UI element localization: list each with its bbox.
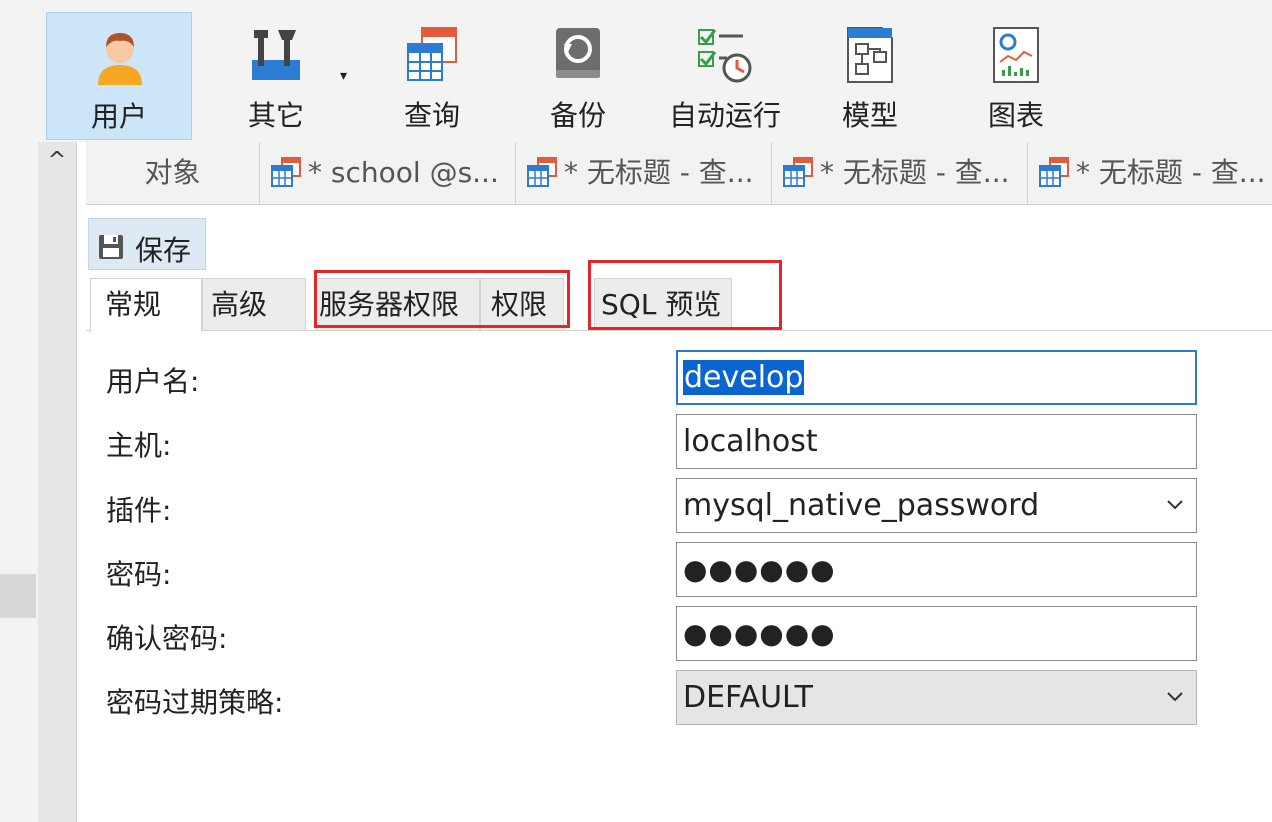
table-icon <box>527 157 557 187</box>
scroll-up-icon[interactable]: ^ <box>46 150 68 172</box>
chart-icon <box>993 27 1039 83</box>
toolbar-chart-button[interactable]: 图表 <box>946 12 1086 140</box>
toolbar-other-button[interactable]: 其它 <box>206 12 346 140</box>
tab-untitled-query-2[interactable]: * 无标题 - 查... <box>772 142 1028 204</box>
tab-label: * 无标题 - 查... <box>564 156 754 189</box>
password-field[interactable]: ●●●●●● <box>676 542 1197 597</box>
chevron-down-icon <box>1167 500 1183 510</box>
highlight-box-sql-preview <box>588 260 782 330</box>
tab-advanced[interactable]: 高级 <box>202 278 306 330</box>
toolbar-auto-run-button[interactable]: 自动运行 <box>652 12 798 140</box>
tab-label: * 无标题 - 查... <box>820 156 1010 189</box>
navigation-pane-edge <box>0 142 38 822</box>
table-icon <box>783 157 813 187</box>
password-expiry-label: 密码过期策略: <box>106 686 284 719</box>
tab-label: * school @s... <box>308 156 499 189</box>
chevron-down-icon <box>1167 692 1183 702</box>
toolbar-backup-button[interactable]: 备份 <box>508 12 648 140</box>
toolbar-model-button[interactable]: 模型 <box>800 12 940 140</box>
tab-school-user[interactable]: * school @s... <box>260 142 516 204</box>
toolbar-auto-run-label: 自动运行 <box>668 99 781 132</box>
host-label: 主机: <box>106 429 172 462</box>
password-label: 密码: <box>106 558 172 591</box>
plugin-select[interactable]: mysql_native_password <box>676 478 1197 533</box>
main-toolbar: 用户 其它 ▾ 查询 备份 自动运行 模型 图表 <box>0 0 1272 142</box>
toolbar-chart-label: 图表 <box>987 99 1044 132</box>
host-value: localhost <box>683 424 818 459</box>
model-icon <box>847 27 893 83</box>
save-label: 保存 <box>135 234 192 267</box>
password-value: ●●●●●● <box>683 553 836 586</box>
tab-untitled-query-1[interactable]: * 无标题 - 查... <box>516 142 772 204</box>
query-table-icon <box>407 27 457 81</box>
toolbar-user-button[interactable]: 用户 <box>46 12 192 140</box>
confirm-password-value: ●●●●●● <box>683 617 836 650</box>
plugin-label: 插件: <box>106 494 172 527</box>
username-label: 用户名: <box>106 365 200 398</box>
toolbar-user-label: 用户 <box>90 100 147 133</box>
table-icon <box>1039 157 1069 187</box>
tab-general[interactable]: 常规 <box>90 278 202 332</box>
save-button[interactable]: 保存 <box>88 218 206 270</box>
username-value: develop <box>683 360 805 395</box>
navigation-selected-item[interactable] <box>0 574 36 618</box>
save-icon <box>99 235 123 259</box>
toolbar-other-label: 其它 <box>247 99 304 132</box>
vertical-scrollbar[interactable]: ^ <box>38 142 77 822</box>
highlight-box-privileges <box>314 270 570 328</box>
toolbar-query-label: 查询 <box>403 99 460 132</box>
user-icon <box>98 33 142 85</box>
chevron-down-icon[interactable]: ▾ <box>340 68 347 84</box>
host-field[interactable]: localhost <box>676 414 1197 469</box>
plugin-value: mysql_native_password <box>683 488 1040 523</box>
table-icon <box>271 157 301 187</box>
confirm-password-label: 确认密码: <box>106 622 228 655</box>
toolbar-query-button[interactable]: 查询 <box>362 12 502 140</box>
username-field[interactable]: develop <box>676 350 1197 405</box>
tools-icon <box>252 30 300 80</box>
confirm-password-field[interactable]: ●●●●●● <box>676 606 1197 661</box>
document-tab-bar: 对象 * school @s... * 无标题 - 查... * 无标题 - 查… <box>86 142 1272 205</box>
toolbar-backup-label: 备份 <box>549 99 606 132</box>
tab-untitled-query-3[interactable]: * 无标题 - 查... <box>1028 142 1272 204</box>
password-expiry-select[interactable]: DEFAULT <box>676 670 1197 725</box>
password-expiry-value: DEFAULT <box>683 680 813 715</box>
toolbar-model-label: 模型 <box>841 99 898 132</box>
backup-icon <box>556 28 600 78</box>
tab-label: * 无标题 - 查... <box>1076 156 1266 189</box>
tab-objects[interactable]: 对象 <box>86 142 260 204</box>
checklist-clock-icon <box>698 29 752 83</box>
